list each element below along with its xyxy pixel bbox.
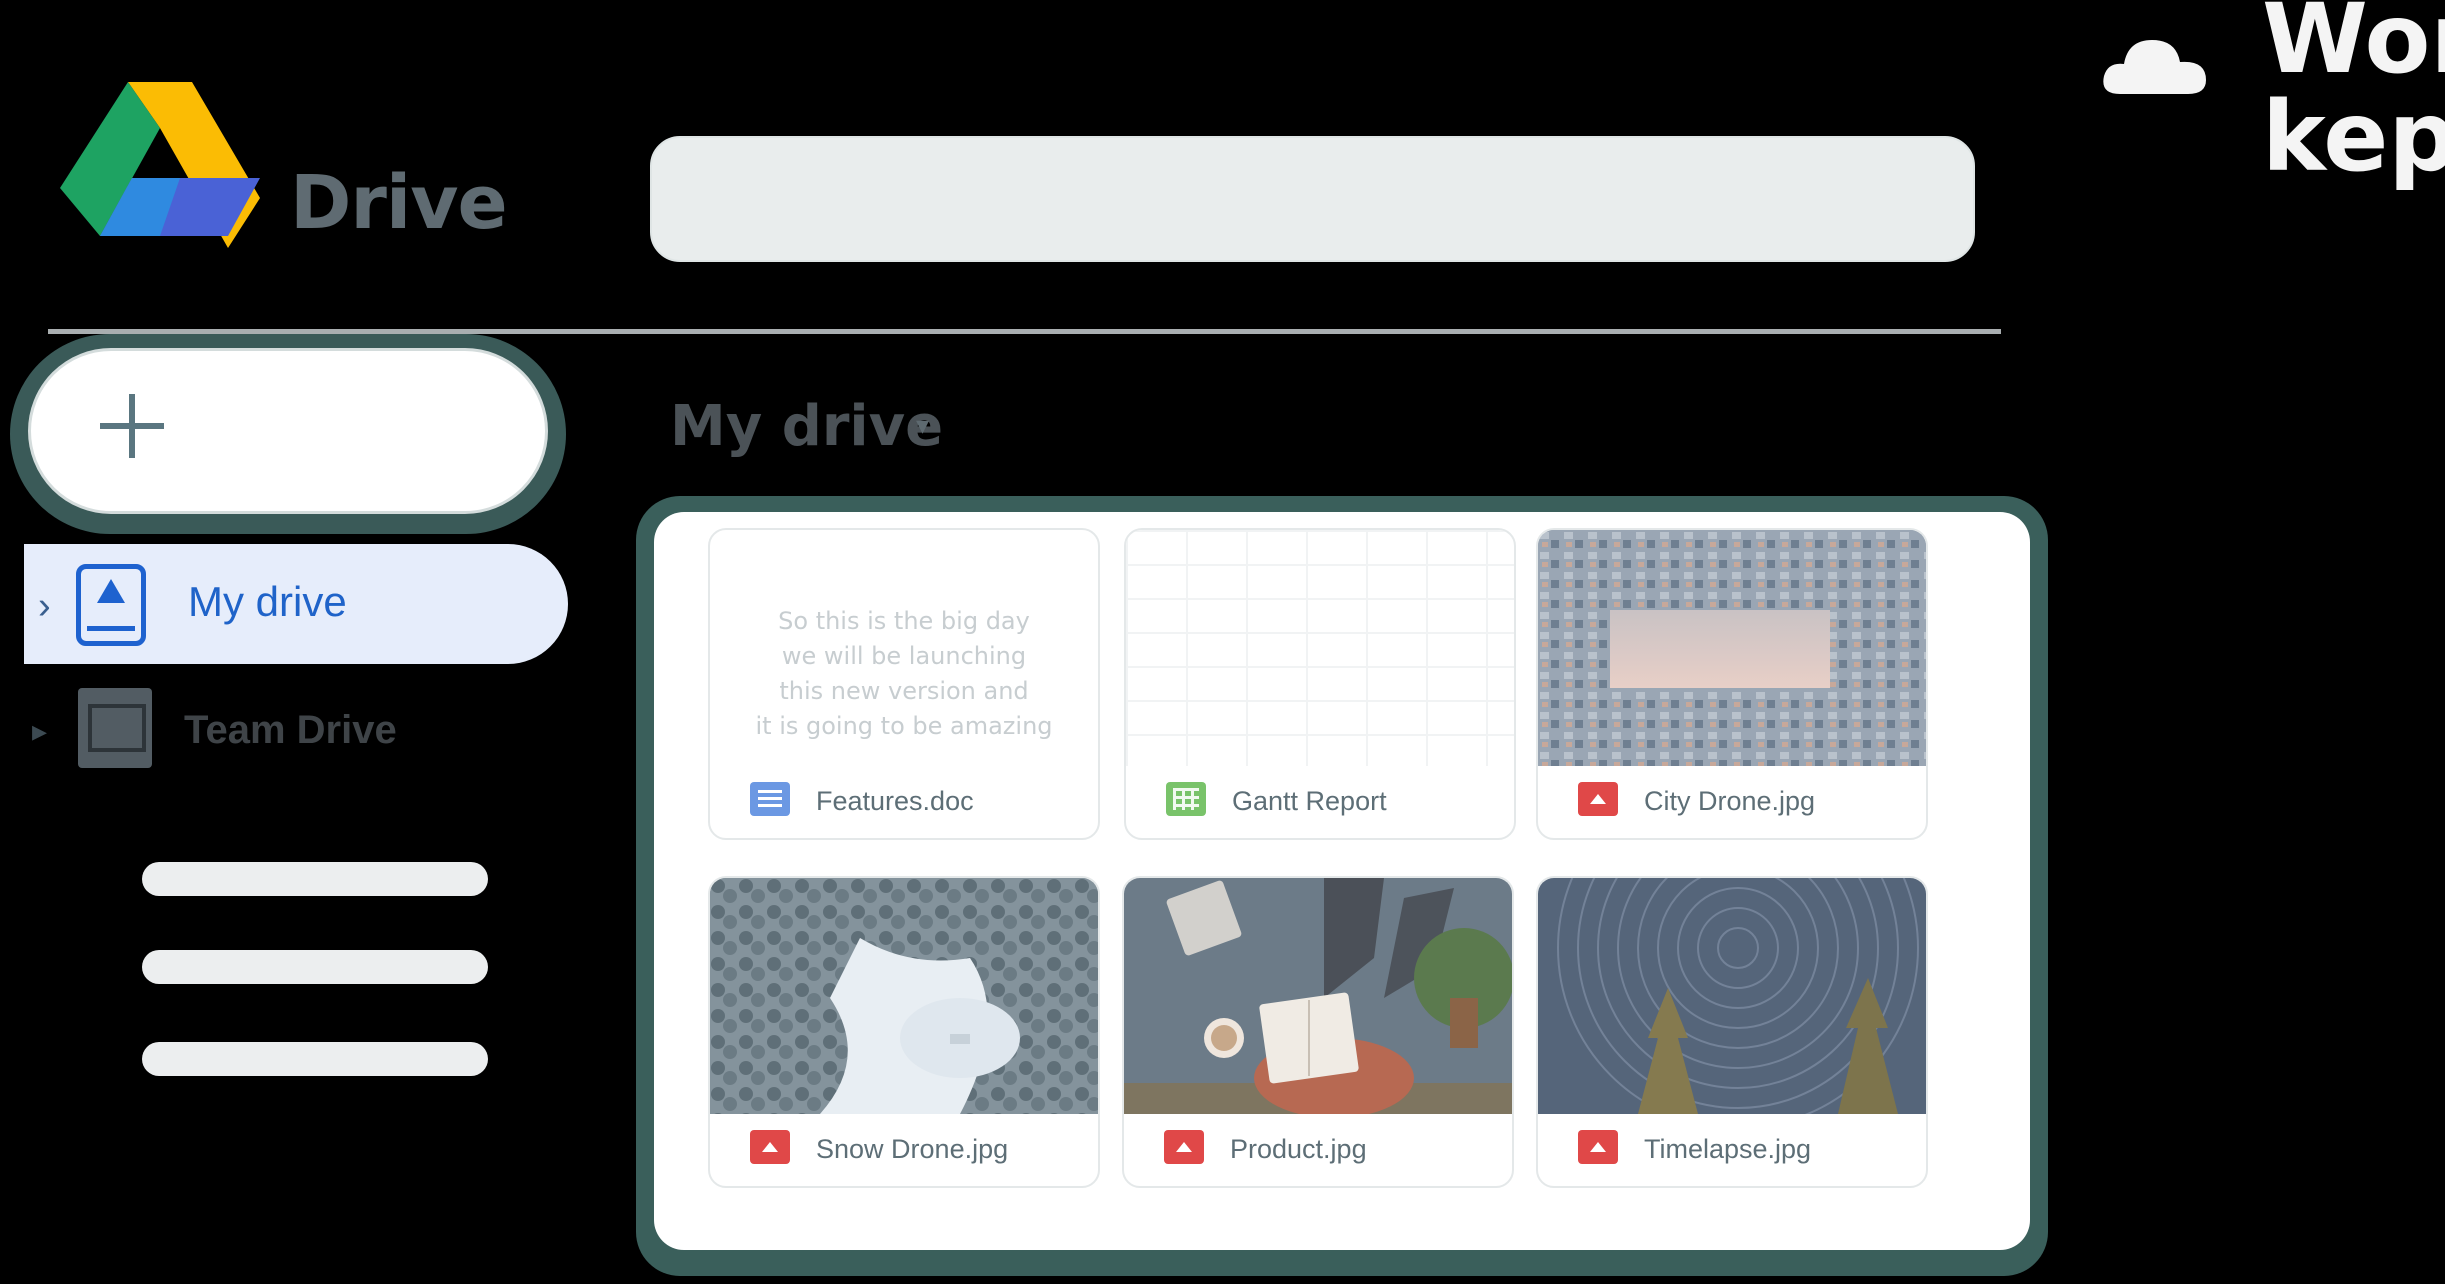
product-image bbox=[1124, 878, 1512, 1114]
image-icon bbox=[750, 1130, 790, 1164]
brand-name: Drive bbox=[290, 160, 508, 246]
image-icon bbox=[1578, 782, 1618, 816]
file-name: Timelapse.jpg bbox=[1644, 1134, 1812, 1164]
image-icon bbox=[1164, 1130, 1204, 1164]
file-name: Snow Drone.jpg bbox=[816, 1134, 1009, 1164]
sidebar-item-label: My drive bbox=[188, 578, 347, 625]
file-name: Gantt Report bbox=[1232, 786, 1387, 816]
chevron-right-icon[interactable]: ▸ bbox=[32, 714, 47, 749]
cloud-icon bbox=[2103, 40, 2206, 94]
placeholder-bar bbox=[142, 1042, 488, 1076]
file-card[interactable]: Gantt Report bbox=[1124, 528, 1516, 840]
file-card[interactable]: City Drone.jpg bbox=[1536, 528, 1928, 840]
timelapse-image bbox=[1538, 878, 1926, 1114]
chevron-right-icon[interactable]: › bbox=[38, 585, 51, 628]
file-preview bbox=[1126, 530, 1514, 766]
file-preview: So this is the big day we will be launch… bbox=[710, 530, 1098, 766]
file-card[interactable]: Timelapse.jpg bbox=[1536, 876, 1928, 1188]
file-card[interactable]: Snow Drone.jpg bbox=[708, 876, 1100, 1188]
file-name: Features.doc bbox=[816, 786, 974, 816]
drive-logo bbox=[60, 82, 260, 248]
image-icon bbox=[1578, 1130, 1618, 1164]
placeholder-bar bbox=[142, 950, 488, 984]
file-name: Product.jpg bbox=[1230, 1134, 1367, 1164]
sheet-icon bbox=[1166, 782, 1206, 816]
city-drone-image bbox=[1538, 530, 1926, 766]
file-card[interactable]: So this is the big day we will be launch… bbox=[708, 528, 1100, 840]
doc-icon bbox=[750, 782, 790, 816]
snow-drone-image bbox=[710, 878, 1098, 1114]
file-name: City Drone.jpg bbox=[1644, 786, 1816, 816]
file-card[interactable]: Product.jpg bbox=[1122, 876, 1514, 1188]
doc-preview-text: So this is the big day we will be launch… bbox=[755, 607, 1053, 740]
search-bar[interactable] bbox=[650, 136, 1975, 262]
my-drive-icon bbox=[76, 564, 146, 646]
chevron-down-icon[interactable]: ▾ bbox=[916, 410, 929, 441]
placeholder-bar bbox=[142, 862, 488, 896]
corner-heading: Wor kep bbox=[2262, 0, 2445, 193]
sidebar-item-label: Team Drive bbox=[184, 708, 397, 752]
page-title: My drive bbox=[670, 394, 944, 459]
team-drive-icon bbox=[78, 688, 152, 768]
plus-icon bbox=[100, 394, 164, 458]
